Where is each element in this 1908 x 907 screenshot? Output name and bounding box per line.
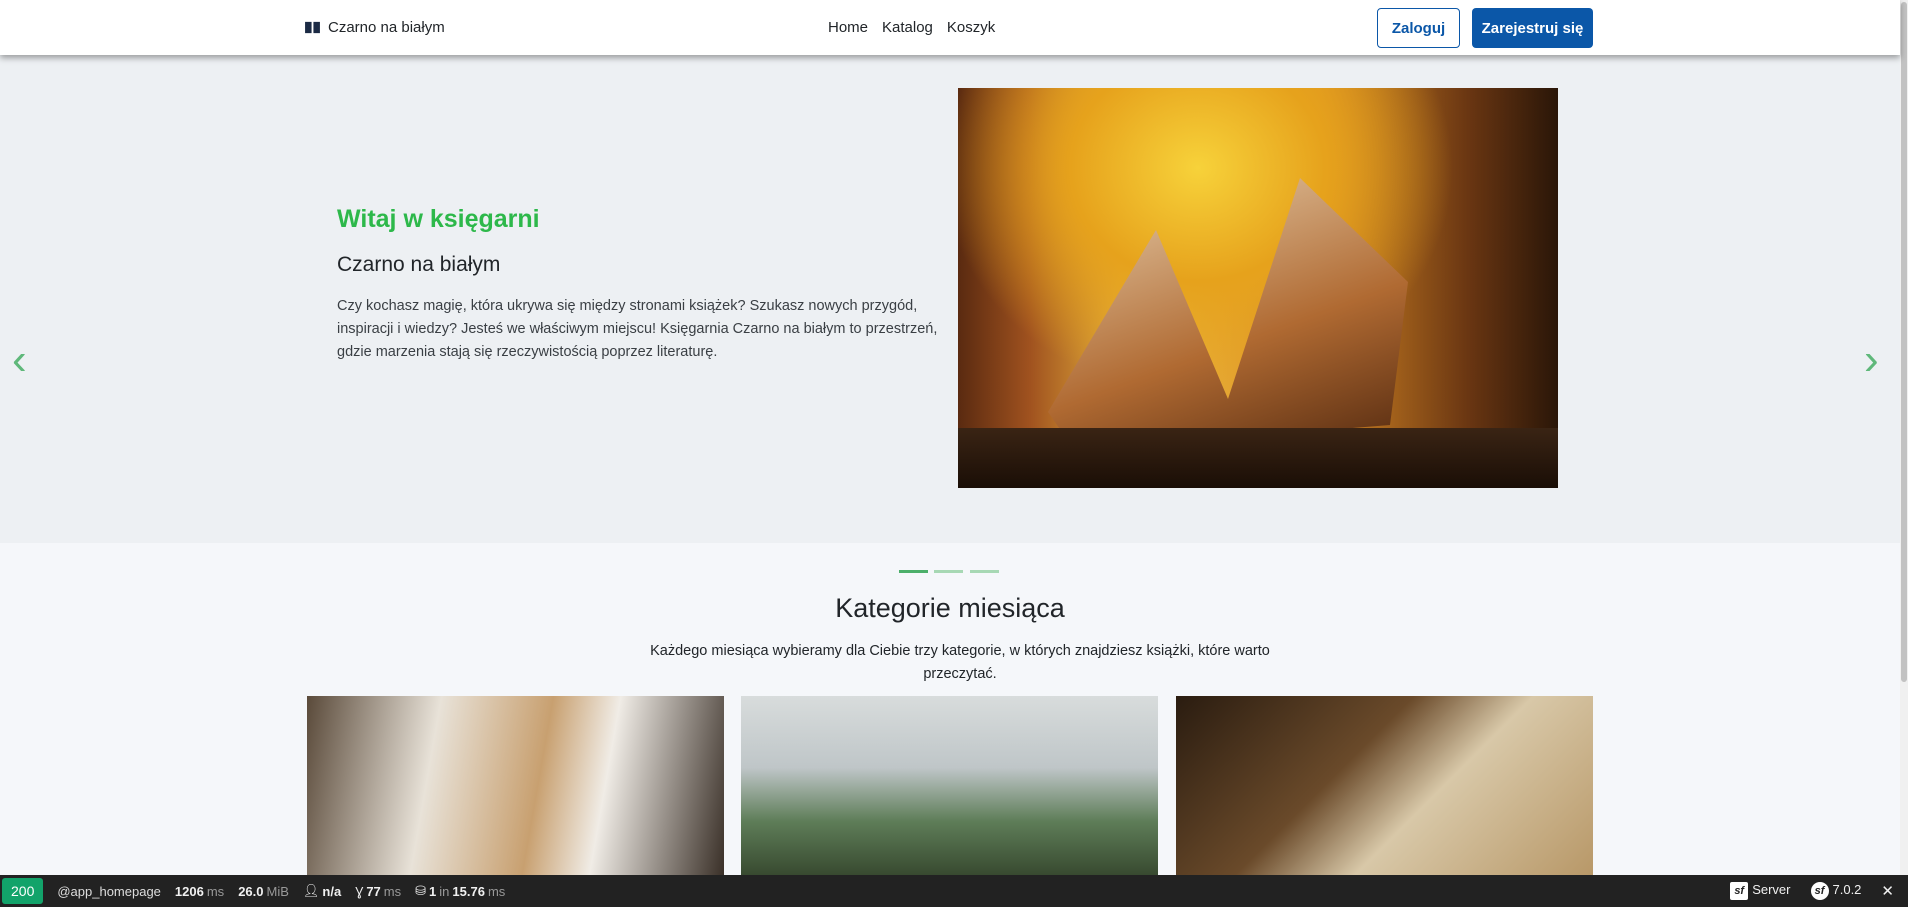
carousel-prev-icon[interactable]: ‹: [12, 335, 27, 385]
symfony-version[interactable]: sf 7.0.2: [1810, 882, 1862, 900]
carousel-indicator-2[interactable]: [934, 570, 963, 573]
brand-link[interactable]: Czarno na białym: [305, 19, 445, 36]
status-badge[interactable]: 200: [2, 878, 44, 904]
db-count: 1: [429, 883, 437, 899]
symfony-icon: sf: [1730, 882, 1749, 900]
memory[interactable]: 26.0 MiB: [238, 884, 289, 899]
sprout-icon: Ɣ: [355, 883, 364, 899]
init-value: 77: [366, 883, 381, 899]
category-card-3[interactable]: [1176, 696, 1593, 875]
nav-catalog[interactable]: Katalog: [882, 19, 933, 36]
memory-unit: MiB: [266, 883, 289, 899]
db-in: in: [439, 883, 450, 899]
server-label: Server: [1752, 882, 1791, 897]
time-unit: ms: [206, 883, 225, 899]
database-icon: ⛁: [415, 883, 427, 898]
route[interactable]: @app_homepage: [57, 884, 161, 899]
time-value: 1206: [174, 883, 204, 899]
symfony-logo-icon: sf: [1810, 882, 1829, 900]
register-button[interactable]: Zarejestruj się: [1472, 8, 1593, 48]
init-time[interactable]: Ɣ 77 ms: [355, 884, 401, 899]
hero-carousel: ‹ Witaj w księgarni Czarno na białym Czy…: [0, 55, 1900, 573]
server-info[interactable]: sf Server: [1730, 882, 1791, 900]
hero-title: Witaj w księgarni: [337, 205, 540, 233]
navbar: Czarno na białym Home Katalog Koszyk Zal…: [0, 0, 1900, 55]
categories-text: Każdego miesiąca wybieramy dla Ciebie tr…: [650, 643, 1270, 682]
close-icon[interactable]: ✕: [1881, 882, 1894, 900]
category-card-2[interactable]: [741, 696, 1158, 875]
scrollbar[interactable]: [1900, 0, 1908, 907]
hero-image: [958, 88, 1558, 488]
category-card-1[interactable]: [307, 696, 724, 875]
memory-value: 26.0: [238, 883, 264, 899]
init-unit: ms: [383, 883, 402, 899]
debug-toolbar: 200 @app_homepage 1206 ms 26.0 MiB 👤︎ n/a Ɣ…: [0, 875, 1908, 907]
carousel-next-icon[interactable]: ›: [1864, 335, 1879, 385]
user-icon: 👤︎: [302, 883, 320, 898]
request-time[interactable]: 1206 ms: [175, 884, 224, 899]
carousel-indicator-1[interactable]: [899, 570, 928, 573]
nav-home[interactable]: Home: [828, 19, 868, 36]
hero-subtitle: Czarno na białym: [337, 253, 501, 276]
nav-cart[interactable]: Koszyk: [947, 19, 995, 36]
book-icon: [305, 21, 320, 34]
version-label: 7.0.2: [1832, 882, 1862, 897]
db-time: 15.76: [452, 883, 485, 899]
hero-text: Czy kochasz magię, która ukrywa się międ…: [337, 298, 938, 360]
scrollbar-thumb[interactable]: [1901, 2, 1907, 682]
brand-name: Czarno na białym: [328, 19, 445, 36]
login-button[interactable]: Zaloguj: [1377, 8, 1460, 48]
user-value: n/a: [322, 883, 342, 899]
database[interactable]: ⛁ 1 in 15.76 ms: [415, 883, 505, 899]
carousel-indicator-3[interactable]: [970, 570, 999, 573]
user[interactable]: 👤︎ n/a: [303, 883, 341, 899]
db-unit: ms: [487, 883, 506, 899]
categories-title: Kategorie miesiąca: [835, 593, 1065, 623]
